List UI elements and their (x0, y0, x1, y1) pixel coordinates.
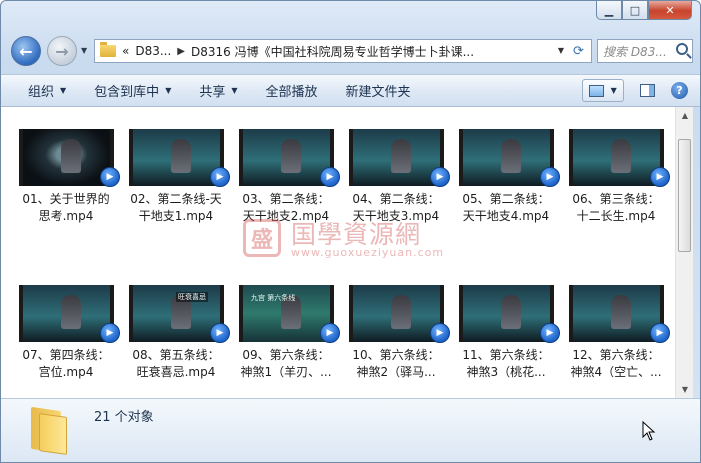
file-item[interactable]: ▶ 06、第三条线： 十二长生.mp4 (557, 129, 670, 239)
address-row: ← → ▼ « D83... ▶ D8316 冯博《中国社科院周易专业哲学博士卜… (9, 34, 693, 68)
address-dropdown-icon[interactable]: ▼ (558, 46, 564, 55)
folder-icon (100, 42, 116, 57)
file-name: 02、第二条线-天 干地支1.mp4 (130, 192, 222, 223)
file-item[interactable]: ▶ 10、第六条线： 神煞2（驿马... (337, 285, 450, 395)
caption-buttons: ▁ □ ✕ (596, 1, 692, 20)
command-bar: 组织 ▼ 包含到库中 ▼ 共享 ▼ 全部播放 新建文件夹 ▼ ? (1, 74, 700, 107)
file-name: 06、第三条线： 十二长生.mp4 (572, 192, 660, 223)
change-view-button[interactable]: ▼ (582, 79, 624, 102)
scroll-down-icon[interactable]: ▼ (676, 381, 694, 398)
file-item[interactable]: ▶ 02、第二条线-天 干地支1.mp4 (117, 129, 230, 239)
file-item[interactable]: ▶ 03、第二条线： 天干地支2.mp4 (227, 129, 340, 239)
file-name: 05、第二条线： 天干地支4.mp4 (462, 192, 550, 223)
file-name: 09、第六条线： 神煞1（羊刃、... (240, 348, 332, 379)
file-name: 01、关于世界的 思考.mp4 (22, 192, 110, 223)
thumbnail-caption: 九宫 第六条线 (251, 294, 296, 302)
scroll-up-icon[interactable]: ▲ (676, 107, 694, 124)
maximize-icon[interactable]: □ (622, 1, 648, 20)
include-in-library-label: 包含到库中 (94, 85, 160, 100)
media-player-icon: ▶ (650, 323, 670, 343)
thumbnail-caption: 旺衰喜忌 (176, 292, 208, 302)
breadcrumb-overflow[interactable]: « (122, 44, 129, 58)
breadcrumb-item-parent[interactable]: D83... (135, 44, 171, 58)
file-item[interactable]: 九宫 第六条线 ▶ 09、第六条线： 神煞1（羊刃、... (227, 285, 340, 395)
item-count: 21 个对象 (94, 410, 154, 425)
organize-menu[interactable]: 组织 ▼ (28, 81, 66, 100)
forward-arrow-icon[interactable]: → (47, 36, 77, 66)
search-input[interactable]: 搜索 D83... (597, 39, 693, 63)
file-item[interactable]: ▶ 07、第四条线： 宫位.mp4 (7, 285, 120, 395)
file-name: 03、第二条线： 天干地支2.mp4 (242, 192, 330, 223)
view-icon (589, 84, 605, 97)
scrollbar-thumb[interactable] (678, 139, 691, 252)
minimize-icon[interactable]: ▁ (596, 1, 622, 20)
address-bar[interactable]: « D83... ▶ D8316 冯博《中国社科院周易专业哲学博士卜卦课... … (94, 39, 571, 63)
play-all-label: 全部播放 (265, 85, 318, 100)
organize-label: 组织 (28, 85, 55, 100)
new-folder-label: 新建文件夹 (345, 85, 411, 100)
file-name: 07、第四条线： 宫位.mp4 (22, 348, 110, 379)
file-list: ▶ 01、关于世界的 思考.mp4 ▶ 02、第二条线-天 干地支1.mp4 ▶ 03、第二条… (1, 107, 675, 398)
back-arrow-icon[interactable]: ← (11, 36, 41, 66)
details-pane: 21 个对象 (1, 398, 700, 462)
explorer-window: ▁ □ ✕ ← → ▼ « D83... ▶ D8316 冯博《中国社科院周易专… (0, 0, 701, 463)
file-item[interactable]: ▶ 11、第六条线： 神煞3（桃花... (447, 285, 560, 395)
refresh-icon[interactable]: ⟳ (566, 39, 592, 63)
chevron-down-icon: ▼ (610, 86, 617, 95)
share-menu[interactable]: 共享 ▼ (199, 81, 237, 100)
file-item[interactable]: ▶ 12、第六条线： 神煞4（空亡、... (557, 285, 670, 395)
vertical-scrollbar[interactable]: ▲ ▼ (675, 107, 693, 398)
file-name: 11、第六条线： 神煞3（桃花... (462, 348, 550, 379)
file-item[interactable]: ▶ 01、关于世界的 思考.mp4 (7, 129, 120, 239)
chevron-down-icon: ▼ (165, 86, 172, 95)
file-name: 10、第六条线： 神煞2（驿马... (352, 348, 440, 379)
new-folder-button[interactable]: 新建文件夹 (346, 81, 411, 100)
file-item[interactable]: ▶ 04、第二条线： 天干地支3.mp4 (337, 129, 450, 239)
preview-pane-icon[interactable] (640, 84, 655, 97)
include-in-library-menu[interactable]: 包含到库中 ▼ (94, 81, 171, 100)
search-icon[interactable] (676, 43, 688, 55)
recent-pages-dropdown-icon[interactable]: ▼ (81, 46, 87, 55)
media-player-icon: ▶ (650, 167, 670, 187)
close-icon[interactable]: ✕ (648, 1, 692, 20)
toolbar-right-group: ▼ ? (582, 79, 694, 102)
play-all-button[interactable]: 全部播放 (266, 81, 318, 100)
help-icon[interactable]: ? (671, 82, 688, 99)
breadcrumb-separator-icon[interactable]: ▶ (177, 46, 185, 57)
file-name: 12、第六条线： 神煞4（空亡、... (570, 348, 662, 379)
file-name: 08、第五条线： 旺衰喜忌.mp4 (132, 348, 220, 379)
breadcrumb-item-current[interactable]: D8316 冯博《中国社科院周易专业哲学博士卜卦课... (191, 43, 474, 60)
chevron-down-icon: ▼ (231, 86, 238, 95)
mouse-cursor-icon (642, 421, 656, 441)
file-item[interactable]: 旺衰喜忌 ▶ 08、第五条线： 旺衰喜忌.mp4 (117, 285, 230, 395)
share-label: 共享 (199, 85, 226, 100)
chevron-down-icon: ▼ (60, 86, 67, 95)
file-name: 04、第二条线： 天干地支3.mp4 (352, 192, 440, 223)
file-item[interactable]: ▶ 05、第二条线： 天干地支4.mp4 (447, 129, 560, 239)
folder-icon (31, 406, 71, 455)
search-placeholder: 搜索 D83... (603, 44, 667, 59)
